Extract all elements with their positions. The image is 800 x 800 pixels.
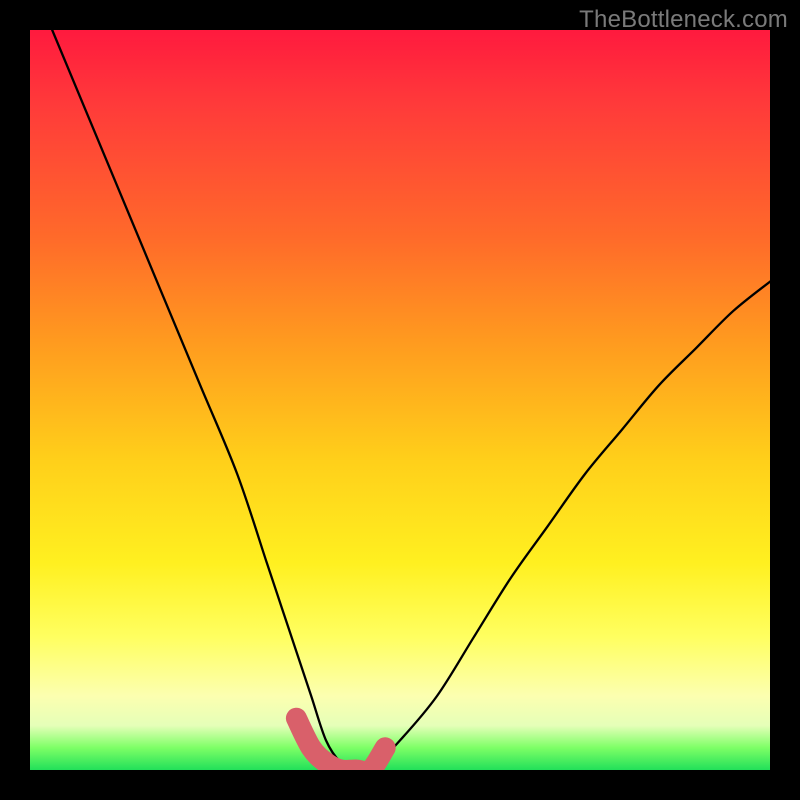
curve-svg <box>30 30 770 770</box>
highlight-dot-start <box>286 708 306 728</box>
highlight-dot-end <box>375 738 395 758</box>
optimal-zone-highlight <box>296 718 385 770</box>
plot-area <box>30 30 770 770</box>
chart-frame: TheBottleneck.com <box>0 0 800 800</box>
bottleneck-curve <box>52 30 770 770</box>
watermark-text: TheBottleneck.com <box>579 6 788 34</box>
